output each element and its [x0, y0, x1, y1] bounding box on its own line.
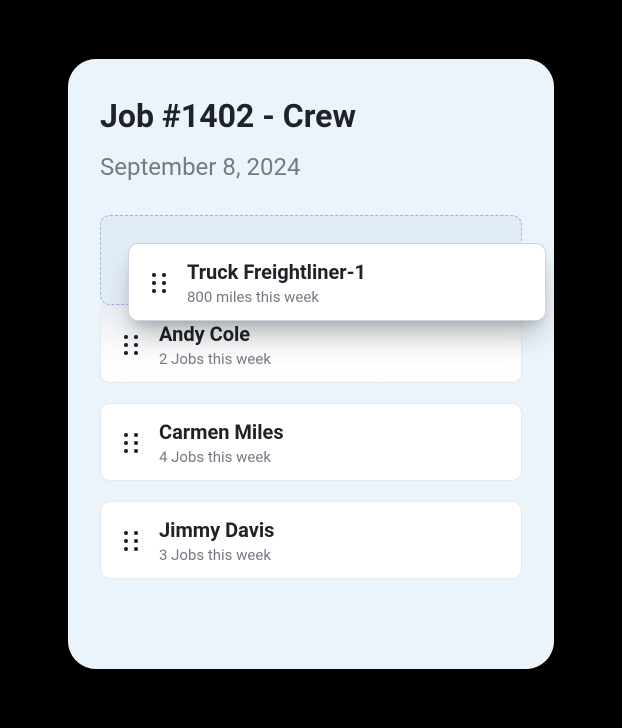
page-subtitle-date: September 8, 2024 — [100, 153, 522, 181]
list-item[interactable]: Carmen Miles 4 Jobs this week — [100, 403, 522, 481]
list-item-title: Andy Cole — [159, 322, 271, 346]
list-item-subtitle: 2 Jobs this week — [159, 350, 271, 368]
page-title: Job #1402 - Crew — [100, 97, 522, 135]
list-item-content: Jimmy Davis 3 Jobs this week — [159, 518, 274, 564]
drag-handle-icon[interactable] — [121, 431, 141, 455]
list-item-title: Carmen Miles — [159, 420, 284, 444]
list-item-title: Truck Freightliner-1 — [187, 260, 366, 284]
crew-list: Truck Freightliner-1 800 miles this week… — [100, 215, 522, 579]
list-item-content: Truck Freightliner-1 800 miles this week — [187, 260, 366, 306]
list-item-content: Carmen Miles 4 Jobs this week — [159, 420, 284, 466]
list-item-subtitle: 4 Jobs this week — [159, 448, 284, 466]
job-crew-card: Job #1402 - Crew September 8, 2024 Truck… — [68, 59, 554, 669]
drag-handle-icon[interactable] — [121, 529, 141, 553]
list-item-subtitle: 800 miles this week — [187, 288, 366, 306]
list-item-subtitle: 3 Jobs this week — [159, 546, 274, 564]
list-item-content: Andy Cole 2 Jobs this week — [159, 322, 271, 368]
drag-handle-icon[interactable] — [149, 271, 169, 295]
list-item[interactable]: Jimmy Davis 3 Jobs this week — [100, 501, 522, 579]
drag-handle-icon[interactable] — [121, 333, 141, 357]
list-item-title: Jimmy Davis — [159, 518, 274, 542]
list-item-dragging[interactable]: Truck Freightliner-1 800 miles this week — [128, 243, 546, 321]
